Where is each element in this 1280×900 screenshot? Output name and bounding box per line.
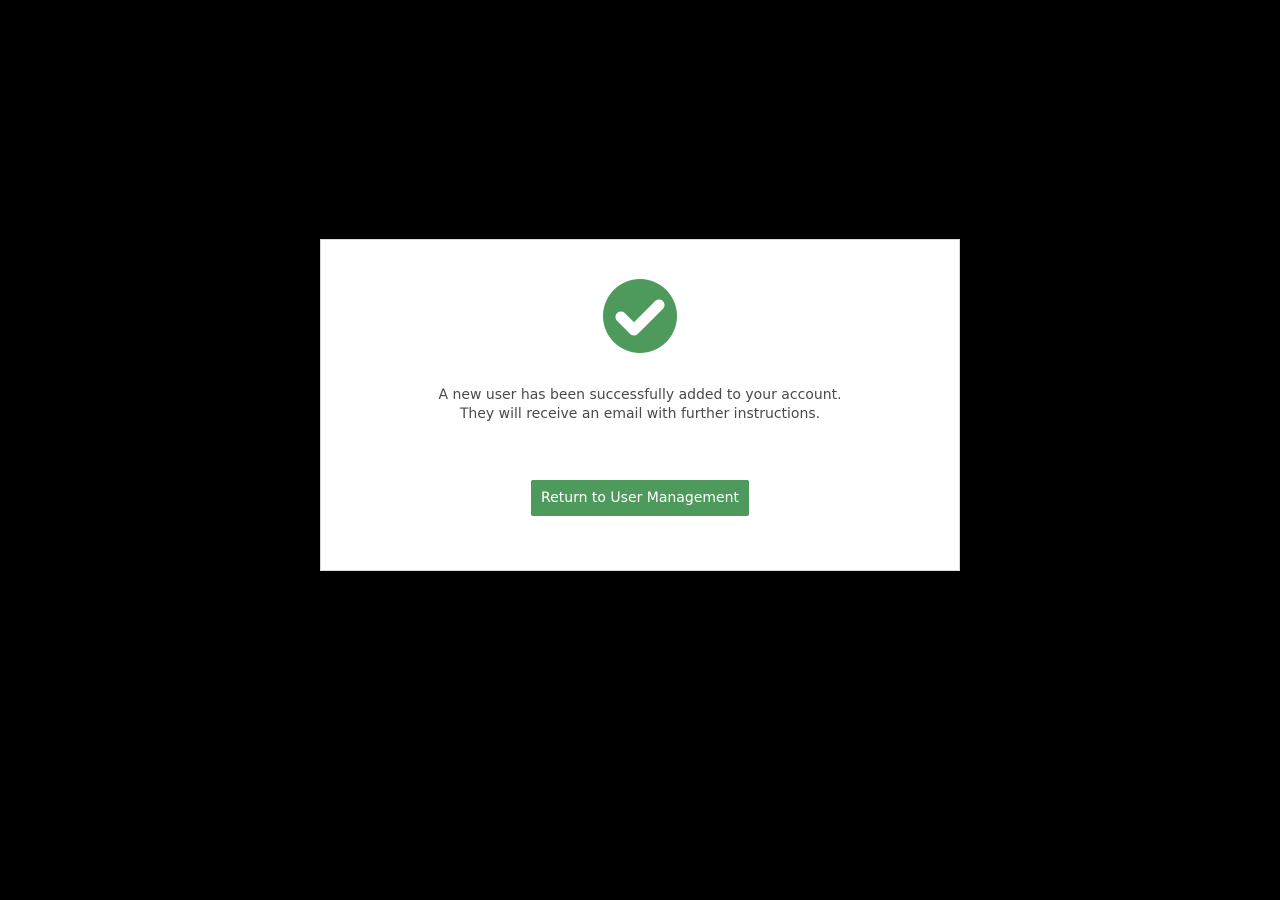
return-to-user-management-button[interactable]: Return to User Management (531, 480, 749, 516)
success-message-line-1: A new user has been successfully added t… (438, 387, 842, 403)
success-message-line-2: They will receive an email with further … (459, 406, 821, 422)
check-circle-icon (603, 279, 677, 353)
modal-overlay: A new user has been successfully added t… (0, 0, 1280, 900)
success-message: A new user has been successfully added t… (321, 386, 959, 424)
success-dialog: A new user has been successfully added t… (320, 239, 960, 571)
